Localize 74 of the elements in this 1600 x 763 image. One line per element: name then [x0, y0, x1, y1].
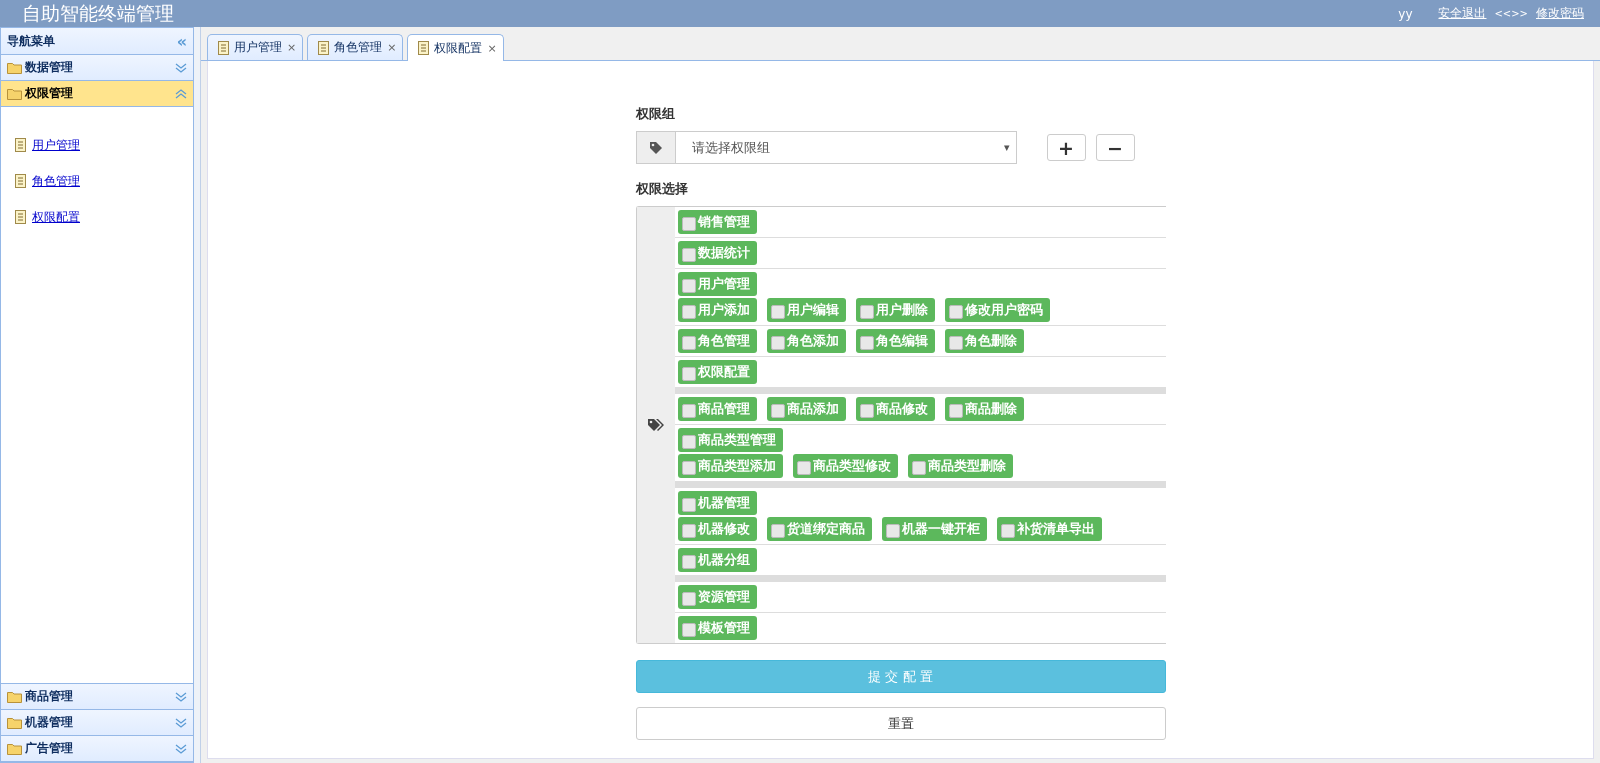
permission-checkbox[interactable]: 商品类型修改	[792, 454, 898, 478]
permission-checkbox[interactable]: 用户删除	[855, 298, 935, 322]
change-password-link[interactable]: 修改密码	[1536, 5, 1584, 22]
permission-checkbox[interactable]: 用户管理	[677, 272, 757, 296]
menu-link[interactable]: 角色管理	[32, 172, 80, 190]
permission-checkbox[interactable]: 用户编辑	[766, 298, 846, 322]
permission-checkbox[interactable]: 角色删除	[944, 329, 1024, 353]
permission-checkbox[interactable]: 机器分组	[677, 548, 757, 572]
folder-icon	[7, 742, 22, 755]
submit-button[interactable]: 提 交 配 置	[635, 660, 1166, 693]
reset-button[interactable]: 重置	[635, 707, 1166, 740]
app-title: 自助智能终端管理	[22, 0, 174, 26]
group-select[interactable]: 请选择权限组 ▾	[635, 131, 1017, 164]
permission-checkbox[interactable]: 数据统计	[677, 241, 757, 265]
document-icon	[418, 41, 430, 55]
permission-checkbox[interactable]: 补货清单导出	[996, 517, 1102, 541]
remove-button[interactable]: −	[1095, 134, 1135, 161]
permission-checkbox[interactable]: 商品类型删除	[907, 454, 1013, 478]
logout-link[interactable]: 安全退出	[1438, 5, 1487, 22]
permission-checkbox[interactable]: 机器修改	[677, 517, 757, 541]
tag-icon	[648, 140, 663, 155]
sidebar-title: 导航菜单	[7, 32, 55, 50]
folder-icon	[7, 87, 22, 100]
menu-link[interactable]: 用户管理	[32, 136, 80, 154]
separator-text: <<>>	[1494, 8, 1528, 19]
accordion-header[interactable]: 广告管理	[1, 736, 193, 762]
chevron-down-icon	[175, 743, 187, 754]
permission-checkbox[interactable]: 商品类型添加	[677, 454, 783, 478]
field-label: 权限选择	[635, 180, 689, 198]
close-icon[interactable]: ×	[387, 41, 397, 54]
tab[interactable]: 用户管理 ×	[207, 34, 304, 60]
permission-checkbox[interactable]: 角色管理	[677, 329, 757, 353]
close-icon[interactable]: ×	[287, 41, 297, 54]
accordion-header[interactable]: 权限管理	[1, 81, 193, 107]
username: yy	[1398, 6, 1413, 21]
permission-checkbox[interactable]: 机器管理	[677, 491, 757, 515]
document-icon	[15, 174, 26, 188]
accordion-header[interactable]: 商品管理	[1, 684, 193, 710]
permission-checkbox[interactable]: 角色添加	[766, 329, 846, 353]
folder-icon	[7, 716, 22, 729]
field-label: 权限组	[635, 105, 676, 123]
document-icon	[15, 210, 26, 224]
chevron-up-icon	[175, 88, 187, 99]
document-icon	[318, 40, 330, 55]
permission-checkbox[interactable]: 商品管理	[677, 397, 757, 421]
permission-checkbox[interactable]: 商品添加	[766, 397, 846, 421]
permission-checkbox[interactable]: 资源管理	[677, 585, 757, 609]
permission-checkbox[interactable]: 商品类型管理	[677, 428, 783, 452]
tab[interactable]: 权限配置 ×	[407, 34, 504, 61]
permission-checkbox[interactable]: 用户添加	[677, 298, 757, 322]
permission-checkbox[interactable]: 商品删除	[944, 397, 1024, 421]
permission-checkbox[interactable]: 商品修改	[855, 397, 935, 421]
add-button[interactable]: +	[1046, 134, 1086, 161]
folder-icon	[7, 61, 22, 74]
accordion-header[interactable]: 数据管理	[1, 55, 193, 81]
permission-checkbox[interactable]: 权限配置	[677, 360, 757, 384]
permission-checkbox[interactable]: 货道绑定商品	[766, 517, 872, 541]
permission-checkbox[interactable]: 修改用户密码	[944, 298, 1050, 322]
tab[interactable]: 角色管理 ×	[307, 34, 404, 60]
close-icon[interactable]: ×	[487, 41, 497, 55]
document-icon	[218, 40, 229, 55]
chevron-down-icon	[175, 691, 187, 702]
permission-checkbox[interactable]: 角色编辑	[855, 329, 935, 353]
chevron-down-icon	[175, 717, 187, 728]
accordion-header[interactable]: 机器管理	[1, 710, 193, 736]
chevron-down-icon	[175, 62, 187, 73]
permission-checkbox[interactable]: 模板管理	[677, 616, 757, 640]
tags-icon	[646, 418, 665, 432]
folder-icon	[7, 690, 22, 703]
menu-link[interactable]: 权限配置	[32, 208, 80, 226]
collapse-icon[interactable]: «	[176, 31, 187, 51]
permission-checkbox[interactable]: 机器一键开柜	[881, 517, 987, 541]
document-icon	[15, 138, 26, 152]
permission-checkbox[interactable]: 销售管理	[677, 210, 757, 234]
